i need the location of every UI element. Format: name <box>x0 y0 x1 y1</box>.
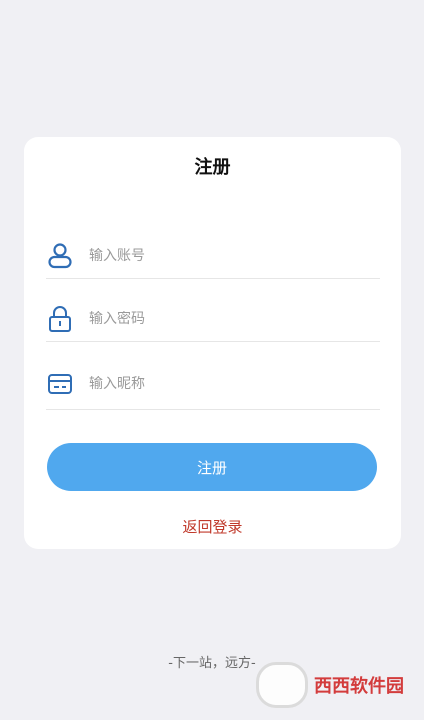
account-field <box>46 234 380 279</box>
password-input[interactable] <box>89 311 349 327</box>
back-to-login-link[interactable]: 返回登录 <box>24 516 401 537</box>
user-icon <box>46 242 74 270</box>
lock-icon <box>46 305 74 333</box>
nickname-field <box>46 359 380 410</box>
register-card: 注册 注册 <box>24 137 401 549</box>
page-title: 注册 <box>194 157 231 178</box>
account-input[interactable] <box>89 248 349 264</box>
watermark-logo-text: 西西软件园 <box>314 676 404 697</box>
nickname-input[interactable] <box>89 376 349 392</box>
watermark-logo-icon <box>256 662 308 708</box>
register-button[interactable]: 注册 <box>47 443 377 491</box>
watermark-logo: 西西软件园 <box>256 662 404 708</box>
password-field <box>46 297 380 342</box>
id-card-icon <box>46 370 74 398</box>
